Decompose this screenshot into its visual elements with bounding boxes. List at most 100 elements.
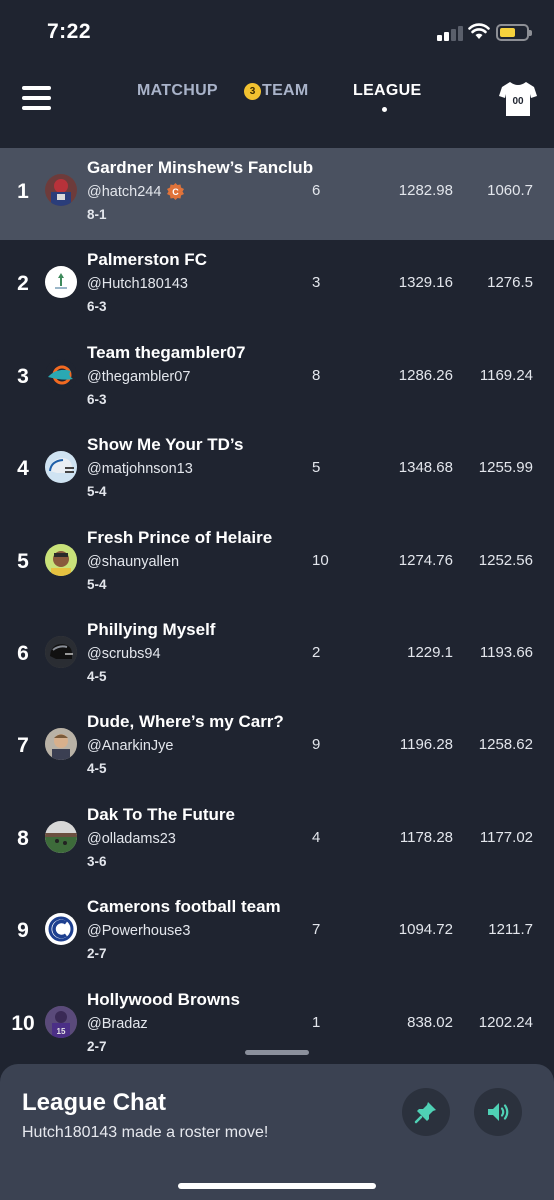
team-avatar (45, 635, 77, 668)
team-avatar (45, 728, 77, 761)
owner-handle: @olladams23 (87, 830, 176, 847)
standings-row[interactable]: 5 Fresh Prince of Helaire @shaunyallen 5… (0, 518, 554, 610)
standings-row[interactable]: 7 Dude, Where’s my Carr? @AnarkinJye 4-5… (0, 702, 554, 794)
points-for: 1286.26 (398, 366, 453, 384)
team-record: 5-4 (87, 576, 107, 592)
points-for: 1329.16 (398, 274, 453, 292)
points-for: 1274.76 (398, 551, 453, 569)
points-against: 1193.66 (479, 643, 533, 661)
cellular-signal-icon (437, 25, 463, 41)
rank: 2 (17, 272, 29, 296)
team-record: 6-3 (87, 391, 107, 407)
team-avatar (45, 266, 77, 299)
standings-row[interactable]: 1 Gardner Minshew’s Fanclub @hatch244 C … (0, 148, 554, 241)
team-name: Team thegambler07 (87, 342, 246, 362)
menu-icon[interactable] (22, 86, 51, 110)
standings-row[interactable]: 3 Team thegambler07 @thegambler07 6-3 8 … (0, 333, 554, 425)
sheet-grab-handle[interactable] (245, 1050, 309, 1055)
team-name: Dak To The Future (87, 804, 235, 824)
team-name: Show Me Your TD’s (87, 435, 244, 455)
top-nav: MATCHUP 3 TEAM LEAGUE 00 (0, 62, 554, 148)
points-against: 1177.02 (479, 828, 533, 846)
owner-handle: @hatch244 (87, 184, 162, 200)
team-avatar (45, 820, 77, 853)
points-for: 1178.28 (399, 828, 453, 846)
status-time: 7:22 (47, 20, 92, 43)
battery-icon (496, 24, 532, 41)
standings-row[interactable]: 4 Show Me Your TD’s @matjohnson13 5-4 5 … (0, 425, 554, 517)
team-record: 5-4 (87, 484, 107, 500)
svg-text:15: 15 (57, 1027, 66, 1036)
team-record: 4-5 (87, 668, 107, 684)
standings-row[interactable]: 6 Phillying Myself @scrubs94 4-5 2 1229.… (0, 610, 554, 702)
team-record: 2-7 (87, 1038, 107, 1054)
owner-handle: @matjohnson13 (87, 461, 193, 478)
team-avatar (45, 174, 77, 206)
rank: 1 (17, 180, 29, 203)
owner-handle: @AnarkinJye (87, 738, 174, 755)
team-avatar (45, 913, 77, 946)
owner-handle: @scrubs94 (87, 645, 161, 662)
rank: 10 (11, 1011, 35, 1035)
speaker-icon (488, 1103, 509, 1121)
tab-matchup[interactable]: MATCHUP (137, 82, 218, 100)
rank: 8 (17, 826, 29, 850)
league-standings-list: 1 Gardner Minshew’s Fanclub @hatch244 C … (0, 148, 554, 1072)
team-name: Palmerston FC (87, 250, 207, 270)
standings-row[interactable]: 2 Palmerston FC @Hutch180143 6-3 3 1329.… (0, 240, 554, 332)
column-a-value: 7 (312, 921, 321, 939)
points-for: 838.02 (407, 1013, 453, 1031)
team-record: 8-1 (87, 207, 107, 222)
team-name: Camerons football team (87, 897, 281, 917)
team-record: 6-3 (87, 299, 107, 315)
sound-button[interactable] (474, 1088, 522, 1136)
league-chat-panel[interactable]: League Chat Hutch180143 made a roster mo… (0, 1064, 554, 1200)
rank: 7 (17, 734, 29, 758)
points-for: 1229.1 (407, 643, 453, 661)
pin-icon (414, 1102, 436, 1124)
points-for: 1094.72 (398, 921, 453, 939)
team-avatar (45, 543, 77, 576)
standings-row[interactable]: 10 15 Hollywood Browns @Bradaz 2-7 1 838… (0, 980, 554, 1072)
tab-team[interactable]: TEAM (262, 82, 309, 100)
team-name: Gardner Minshew’s Fanclub (87, 158, 314, 177)
column-a-value: 6 (312, 182, 321, 199)
owner-handle: @Bradaz (87, 1015, 148, 1032)
owner-handle: @Hutch180143 (87, 276, 188, 293)
column-a-value: 9 (312, 736, 321, 754)
column-a-value: 2 (312, 643, 321, 661)
points-against: 1169.24 (479, 366, 533, 384)
rank: 4 (17, 457, 29, 481)
standings-row[interactable]: 9 Camerons football team @Powerhouse3 2-… (0, 887, 554, 979)
chat-latest-message: Hutch180143 made a roster move! (22, 1124, 269, 1141)
home-indicator (178, 1183, 376, 1189)
tab-league[interactable]: LEAGUE (353, 82, 421, 100)
points-against: 1258.62 (478, 736, 533, 754)
points-for: 1196.28 (399, 736, 453, 754)
team-name: Phillying Myself (87, 619, 216, 639)
owner-handle: @shaunyallen (87, 553, 180, 570)
column-a-value: 10 (312, 551, 329, 569)
owner-handle: @thegambler07 (87, 368, 191, 385)
points-against: 1202.24 (478, 1013, 533, 1031)
column-a-value: 8 (312, 366, 321, 384)
jersey-icon[interactable]: 00 (498, 80, 538, 118)
column-a-value: 4 (312, 828, 321, 846)
team-record: 3-6 (87, 853, 107, 869)
column-a-value: 5 (312, 459, 321, 477)
points-against: 1276.5 (487, 274, 533, 292)
rank: 3 (17, 364, 29, 388)
team-notification-badge: 3 (244, 83, 261, 100)
column-a-value: 3 (312, 274, 321, 292)
team-avatar (45, 451, 77, 484)
jersey-number: 00 (512, 96, 524, 107)
standings-row[interactable]: 8 Dak To The Future @olladams23 3-6 4 11… (0, 795, 554, 887)
points-against: 1211.7 (488, 921, 533, 939)
points-against: 1252.56 (478, 551, 533, 569)
team-avatar (45, 358, 77, 391)
team-name: Hollywood Browns (87, 989, 240, 1009)
pin-button[interactable] (402, 1088, 450, 1136)
owner-handle: @Powerhouse3 (87, 923, 191, 940)
points-for: 1282.98 (398, 182, 453, 199)
rank: 6 (17, 641, 29, 665)
